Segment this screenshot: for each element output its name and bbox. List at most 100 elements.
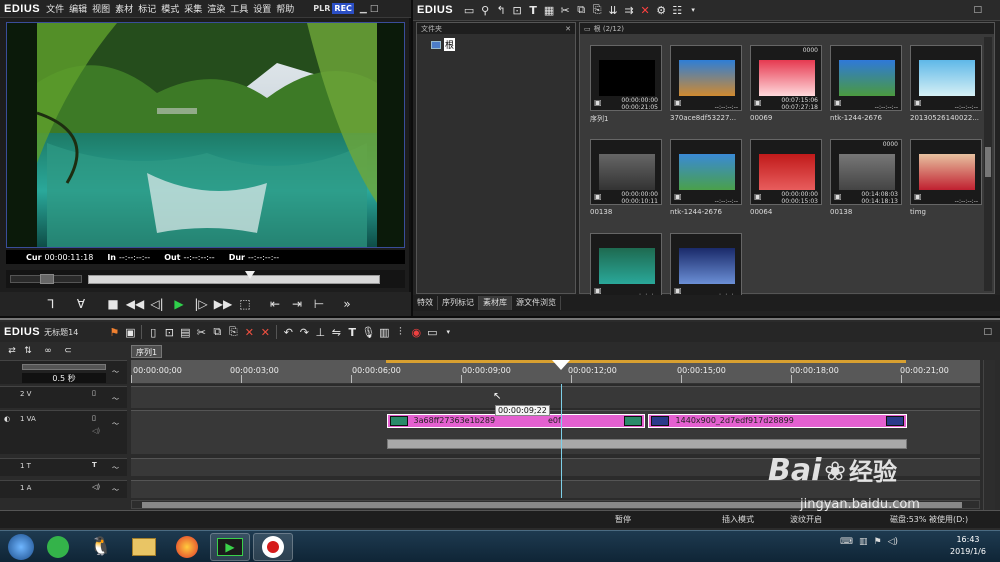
match-frame-icon[interactable]: ⊢	[308, 294, 330, 314]
zoom-slider[interactable]	[22, 364, 106, 370]
zoom-level[interactable]: 0.5 秒	[52, 373, 75, 384]
loop-icon[interactable]: ⬚	[234, 294, 256, 314]
link-icon[interactable]: ∞	[40, 343, 56, 359]
view-mode-icon[interactable]: ☷	[669, 2, 685, 18]
cut-icon[interactable]: ✂	[193, 324, 209, 340]
flag-icon[interactable]: ⚑	[874, 537, 882, 547]
track-audio-icon[interactable]: ◁)	[92, 427, 100, 435]
expand-icon[interactable]: 〜	[112, 485, 119, 495]
keyboard-icon[interactable]: ⌨	[840, 537, 853, 547]
position-bar[interactable]	[88, 275, 380, 284]
tab-source-browser[interactable]: 源文件浏览	[512, 296, 561, 310]
dropdown-icon[interactable]: ▾	[685, 2, 701, 18]
taskbar-app-360[interactable]	[38, 533, 78, 561]
ripple-delete-icon[interactable]: ✕	[257, 324, 273, 340]
timeline-clip-1[interactable]: 3a68ff27363e1b289 e0f	[387, 414, 645, 428]
fast-forward-icon[interactable]: ▶▶	[212, 294, 234, 314]
volume-icon[interactable]: ◁)	[888, 537, 898, 547]
step-forward-icon[interactable]: |▷	[190, 294, 212, 314]
copy-icon[interactable]: ⧉	[573, 2, 589, 18]
tab-bin[interactable]: 素材库	[479, 296, 512, 310]
position-marker[interactable]	[245, 271, 255, 279]
copy-icon[interactable]: ⧉	[209, 324, 225, 340]
stop-icon[interactable]: ■	[102, 294, 124, 314]
clip-item[interactable]: 00:00:00:00 00:00:15:03 ▣ 00064	[750, 139, 826, 225]
save-icon[interactable]: ▣	[122, 324, 138, 340]
menu-view[interactable]: 视图	[92, 2, 110, 15]
group-icon[interactable]: ⊂	[60, 343, 76, 359]
set-in-icon[interactable]: ⅂	[40, 294, 62, 314]
clip-pane-scrollbar[interactable]	[984, 37, 992, 291]
track-video-icon[interactable]: ▯	[92, 389, 96, 397]
dropdown-icon[interactable]: ▾	[440, 324, 456, 340]
add-to-timeline-icon[interactable]: ⇊	[605, 2, 621, 18]
voiceover-icon[interactable]: 🎙	[360, 324, 376, 340]
clip-item[interactable]: 0000 00:14:08:03 00:14:18:13 ▣ 00138	[830, 139, 906, 225]
sequence-settings-icon[interactable]: ⚑	[106, 324, 122, 340]
track-video-icon[interactable]: ▯	[92, 414, 96, 422]
menu-render[interactable]: 渲染	[207, 2, 225, 15]
layout-icon[interactable]: ▭	[424, 324, 440, 340]
network-icon[interactable]: ▥	[859, 537, 868, 547]
close-icon[interactable]: ✕	[565, 25, 571, 33]
title-icon[interactable]: T	[525, 2, 541, 18]
up-folder-icon[interactable]: ↰	[493, 2, 509, 18]
delete-icon[interactable]: ✕	[241, 324, 257, 340]
clip-item[interactable]: --:--:--:-- ▣ 20130526140022...	[910, 45, 986, 131]
menu-marker[interactable]: 标记	[138, 2, 156, 15]
step-back-icon[interactable]: ◁|	[146, 294, 168, 314]
title-icon[interactable]: T	[344, 324, 360, 340]
folder-icon[interactable]: ▭	[461, 2, 477, 18]
title-track-icon[interactable]: T	[92, 461, 97, 469]
cut-icon[interactable]: ✂	[557, 2, 573, 18]
insert-to-timeline-icon[interactable]: ⇤	[264, 294, 286, 314]
send-icon[interactable]: ⇉	[621, 2, 637, 18]
tab-sequence-markers[interactable]: 序列标记	[438, 296, 479, 310]
audio-waveform-strip[interactable]	[387, 439, 907, 449]
audio-mixer-icon[interactable]: ⫶	[392, 324, 408, 340]
taskbar-app-recorder[interactable]	[253, 532, 293, 561]
timeline-ruler[interactable]: 00:00:00;00 00:00:03;00 00:00:06;00 00:0…	[131, 360, 980, 384]
taskbar-app-firefox[interactable]	[167, 533, 207, 561]
maximize-icon[interactable]: □	[370, 4, 379, 14]
playhead-marker[interactable]	[552, 360, 570, 370]
clip-item[interactable]: --:--:--:-- ▣ 370ace8df53227...	[670, 45, 746, 131]
clip-item[interactable]: --:--:--:-- ▣ ntk-1244-2676	[830, 45, 906, 131]
snap-icon[interactable]: ⇅	[20, 343, 36, 359]
scroll-thumb[interactable]	[985, 147, 991, 177]
expand-icon[interactable]: 〜	[112, 419, 119, 429]
vectorscope-icon[interactable]: ◉	[408, 324, 424, 340]
redo-icon[interactable]: ↷	[296, 324, 312, 340]
folder-root-item[interactable]: 根	[431, 38, 575, 51]
add-edit-icon[interactable]: ⊥	[312, 324, 328, 340]
start-button[interactable]	[4, 532, 38, 562]
clock[interactable]: 16:43 2019/1/6	[940, 534, 996, 558]
delete-icon[interactable]: ✕	[637, 2, 653, 18]
track-lock-icon[interactable]: ◐	[4, 415, 10, 423]
clip-item[interactable]: 00:00:00:00 00:00:21:05 ▣ 序列1	[590, 45, 666, 131]
save-project-icon[interactable]: ▤	[177, 324, 193, 340]
play-icon[interactable]: ▶	[168, 294, 190, 314]
timeline-clip-2[interactable]: 1440x900_2d7edf917d28899	[648, 414, 907, 428]
menu-capture[interactable]: 采集	[184, 2, 202, 15]
clip-item[interactable]: 0000 00:07:15:06 00:07:27:18 ▣ 00069	[750, 45, 826, 131]
shuttle-handle[interactable]	[40, 274, 54, 284]
more-icon[interactable]: »	[336, 294, 358, 314]
taskbar-app-explorer[interactable]	[124, 533, 164, 561]
new-icon[interactable]: ▯	[145, 324, 161, 340]
tab-sequence1[interactable]: 序列1	[131, 344, 163, 358]
properties-icon[interactable]: ⚙	[653, 2, 669, 18]
clip-item[interactable]: --:--:--:-- ▣ timg	[910, 139, 986, 225]
menu-mode[interactable]: 模式	[161, 2, 179, 15]
track-2v-body[interactable]	[131, 386, 980, 408]
expand-icon[interactable]: 〜	[112, 367, 119, 377]
search-icon[interactable]: ⚲	[477, 2, 493, 18]
tab-effects[interactable]: 特效	[413, 296, 438, 310]
menu-help[interactable]: 帮助	[276, 2, 294, 15]
add-clip-icon[interactable]: ⊡	[509, 2, 525, 18]
mixer-icon[interactable]: ⇋	[328, 324, 344, 340]
paste-icon[interactable]: ⎘	[225, 324, 241, 340]
speaker-icon[interactable]: ◁)	[92, 483, 100, 491]
undo-icon[interactable]: ↶	[280, 324, 296, 340]
overwrite-to-timeline-icon[interactable]: ⇥	[286, 294, 308, 314]
